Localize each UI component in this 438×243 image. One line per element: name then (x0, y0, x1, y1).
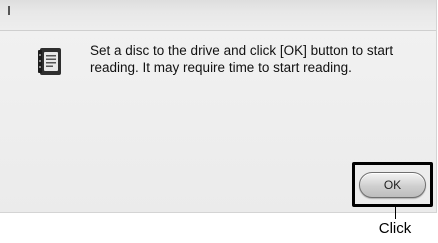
titlebar-edge-mark (8, 6, 10, 15)
dialog-titlebar (0, 0, 436, 31)
screenshot-stage: Set a disc to the drive and click [OK] b… (0, 0, 438, 243)
app-document-icon (37, 47, 63, 77)
callout-click-label: Click (378, 220, 412, 237)
callout-pointer-line (395, 207, 396, 219)
dialog-message: Set a disc to the drive and click [OK] b… (90, 43, 394, 75)
ok-button[interactable]: OK (359, 172, 426, 198)
